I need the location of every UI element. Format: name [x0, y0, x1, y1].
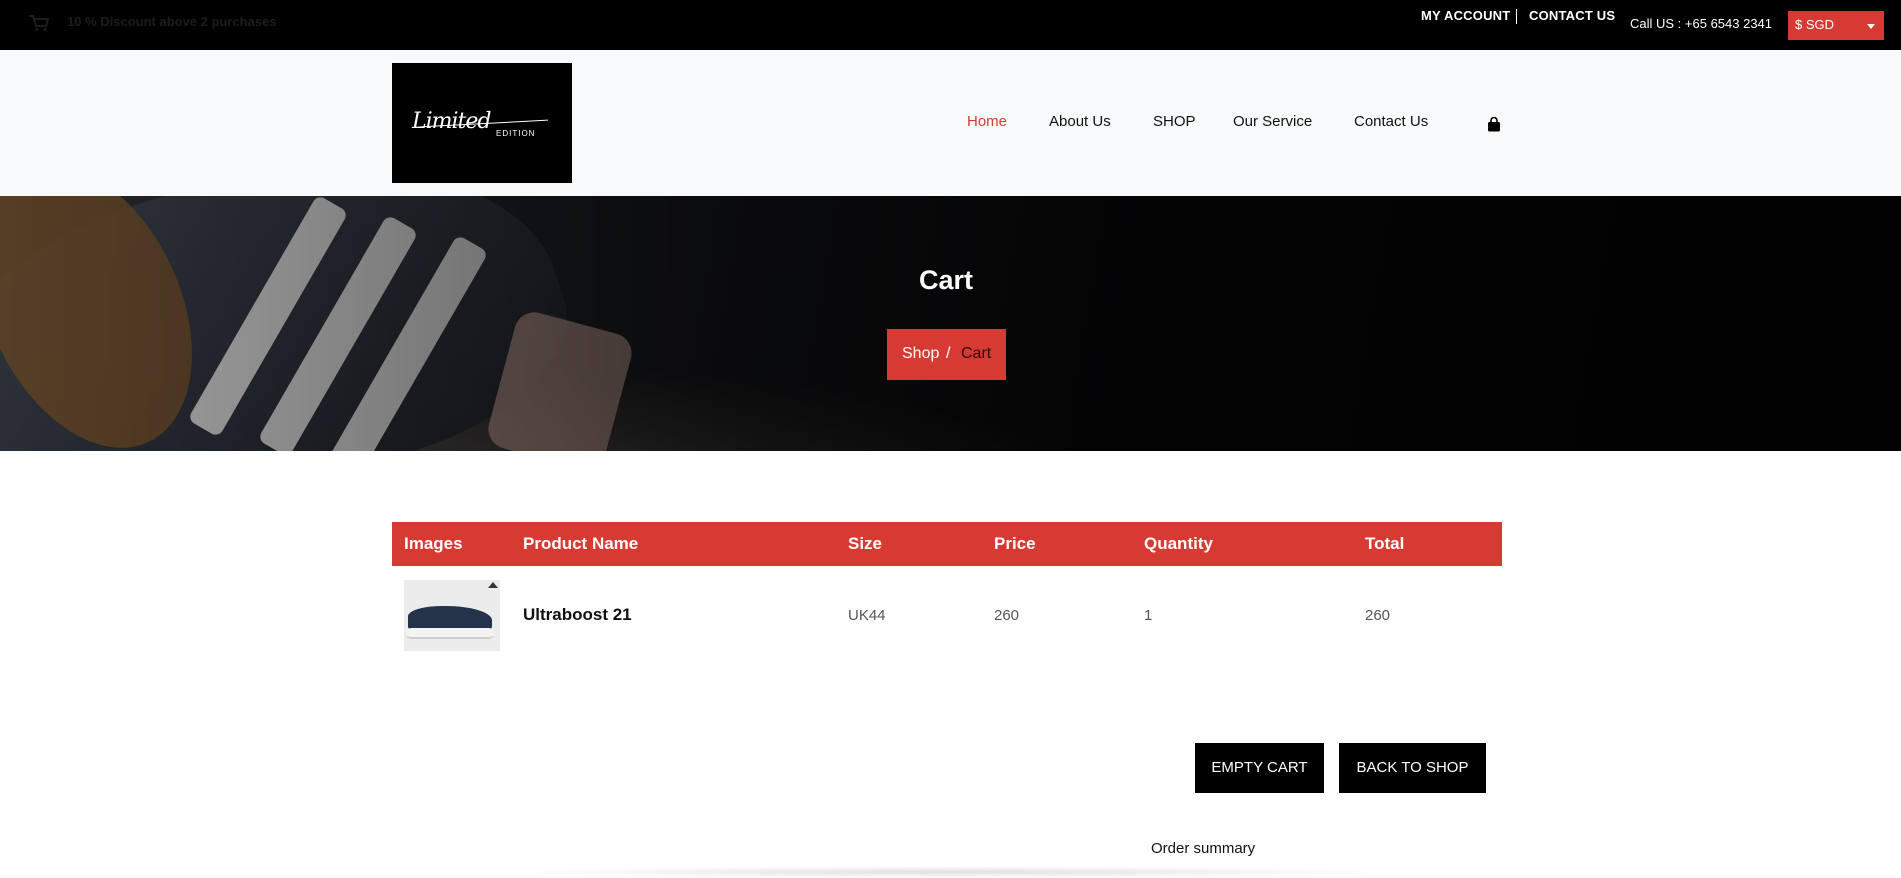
logo[interactable]: Limited EDITION	[392, 63, 572, 183]
logo-text: Limited	[412, 109, 491, 134]
product-image[interactable]	[404, 580, 500, 651]
divider	[1516, 9, 1517, 24]
hero-banner	[0, 196, 1901, 451]
product-price: 260	[994, 607, 1020, 624]
contact-us-link[interactable]: CONTACT US	[1529, 8, 1615, 23]
hero-overlay	[0, 196, 1901, 451]
back-to-shop-label: BACK TO SHOP	[1356, 759, 1469, 776]
nav-home[interactable]: Home	[967, 113, 1007, 130]
nav-shop[interactable]: SHOP	[1153, 113, 1196, 130]
cart-icon	[29, 15, 50, 32]
currency-select[interactable]: $ SGD	[1788, 11, 1884, 40]
nav-our-service[interactable]: Our Service	[1233, 113, 1312, 130]
breadcrumb-separator: /	[946, 345, 951, 362]
th-quantity: Quantity	[1144, 534, 1213, 553]
back-to-shop-button[interactable]: BACK TO SHOP	[1339, 743, 1486, 793]
nav-contact-us[interactable]: Contact Us	[1354, 113, 1428, 130]
order-summary-card-edge	[500, 866, 1400, 878]
chevron-down-icon	[1867, 24, 1875, 29]
header	[0, 50, 1901, 196]
th-product-name: Product Name	[523, 534, 639, 553]
th-size: Size	[848, 534, 883, 553]
shopping-bag-icon[interactable]	[1487, 117, 1501, 132]
breadcrumb: Shop / Cart	[887, 329, 1006, 380]
my-account-link[interactable]: MY ACCOUNT	[1421, 8, 1510, 23]
th-images: Images	[404, 534, 463, 553]
shoe-sole	[406, 628, 494, 639]
promo-text: 10 % Discount above 2 purchases	[67, 14, 277, 29]
order-summary-title: Order summary	[1151, 840, 1256, 857]
product-quantity[interactable]: 1	[1144, 607, 1152, 624]
breadcrumb-shop[interactable]: Shop	[902, 345, 939, 363]
th-total: Total	[1365, 534, 1405, 553]
empty-cart-label: EMPTY CART	[1211, 759, 1308, 776]
top-bar	[0, 0, 1901, 50]
currency-value: $ SGD	[1795, 17, 1835, 32]
th-price: Price	[994, 534, 1036, 553]
page-title: Cart	[918, 265, 973, 295]
caret-up-icon	[488, 582, 498, 588]
empty-cart-button[interactable]: EMPTY CART	[1195, 743, 1324, 793]
breadcrumb-current: Cart	[961, 345, 992, 362]
product-name[interactable]: Ultraboost 21	[523, 605, 632, 625]
logo-subtext: EDITION	[496, 129, 536, 138]
call-us-text: Call US : +65 6543 2341	[1630, 16, 1773, 31]
nav-about-us[interactable]: About Us	[1049, 113, 1111, 130]
product-size: UK44	[848, 607, 886, 624]
product-total: 260	[1365, 607, 1391, 624]
